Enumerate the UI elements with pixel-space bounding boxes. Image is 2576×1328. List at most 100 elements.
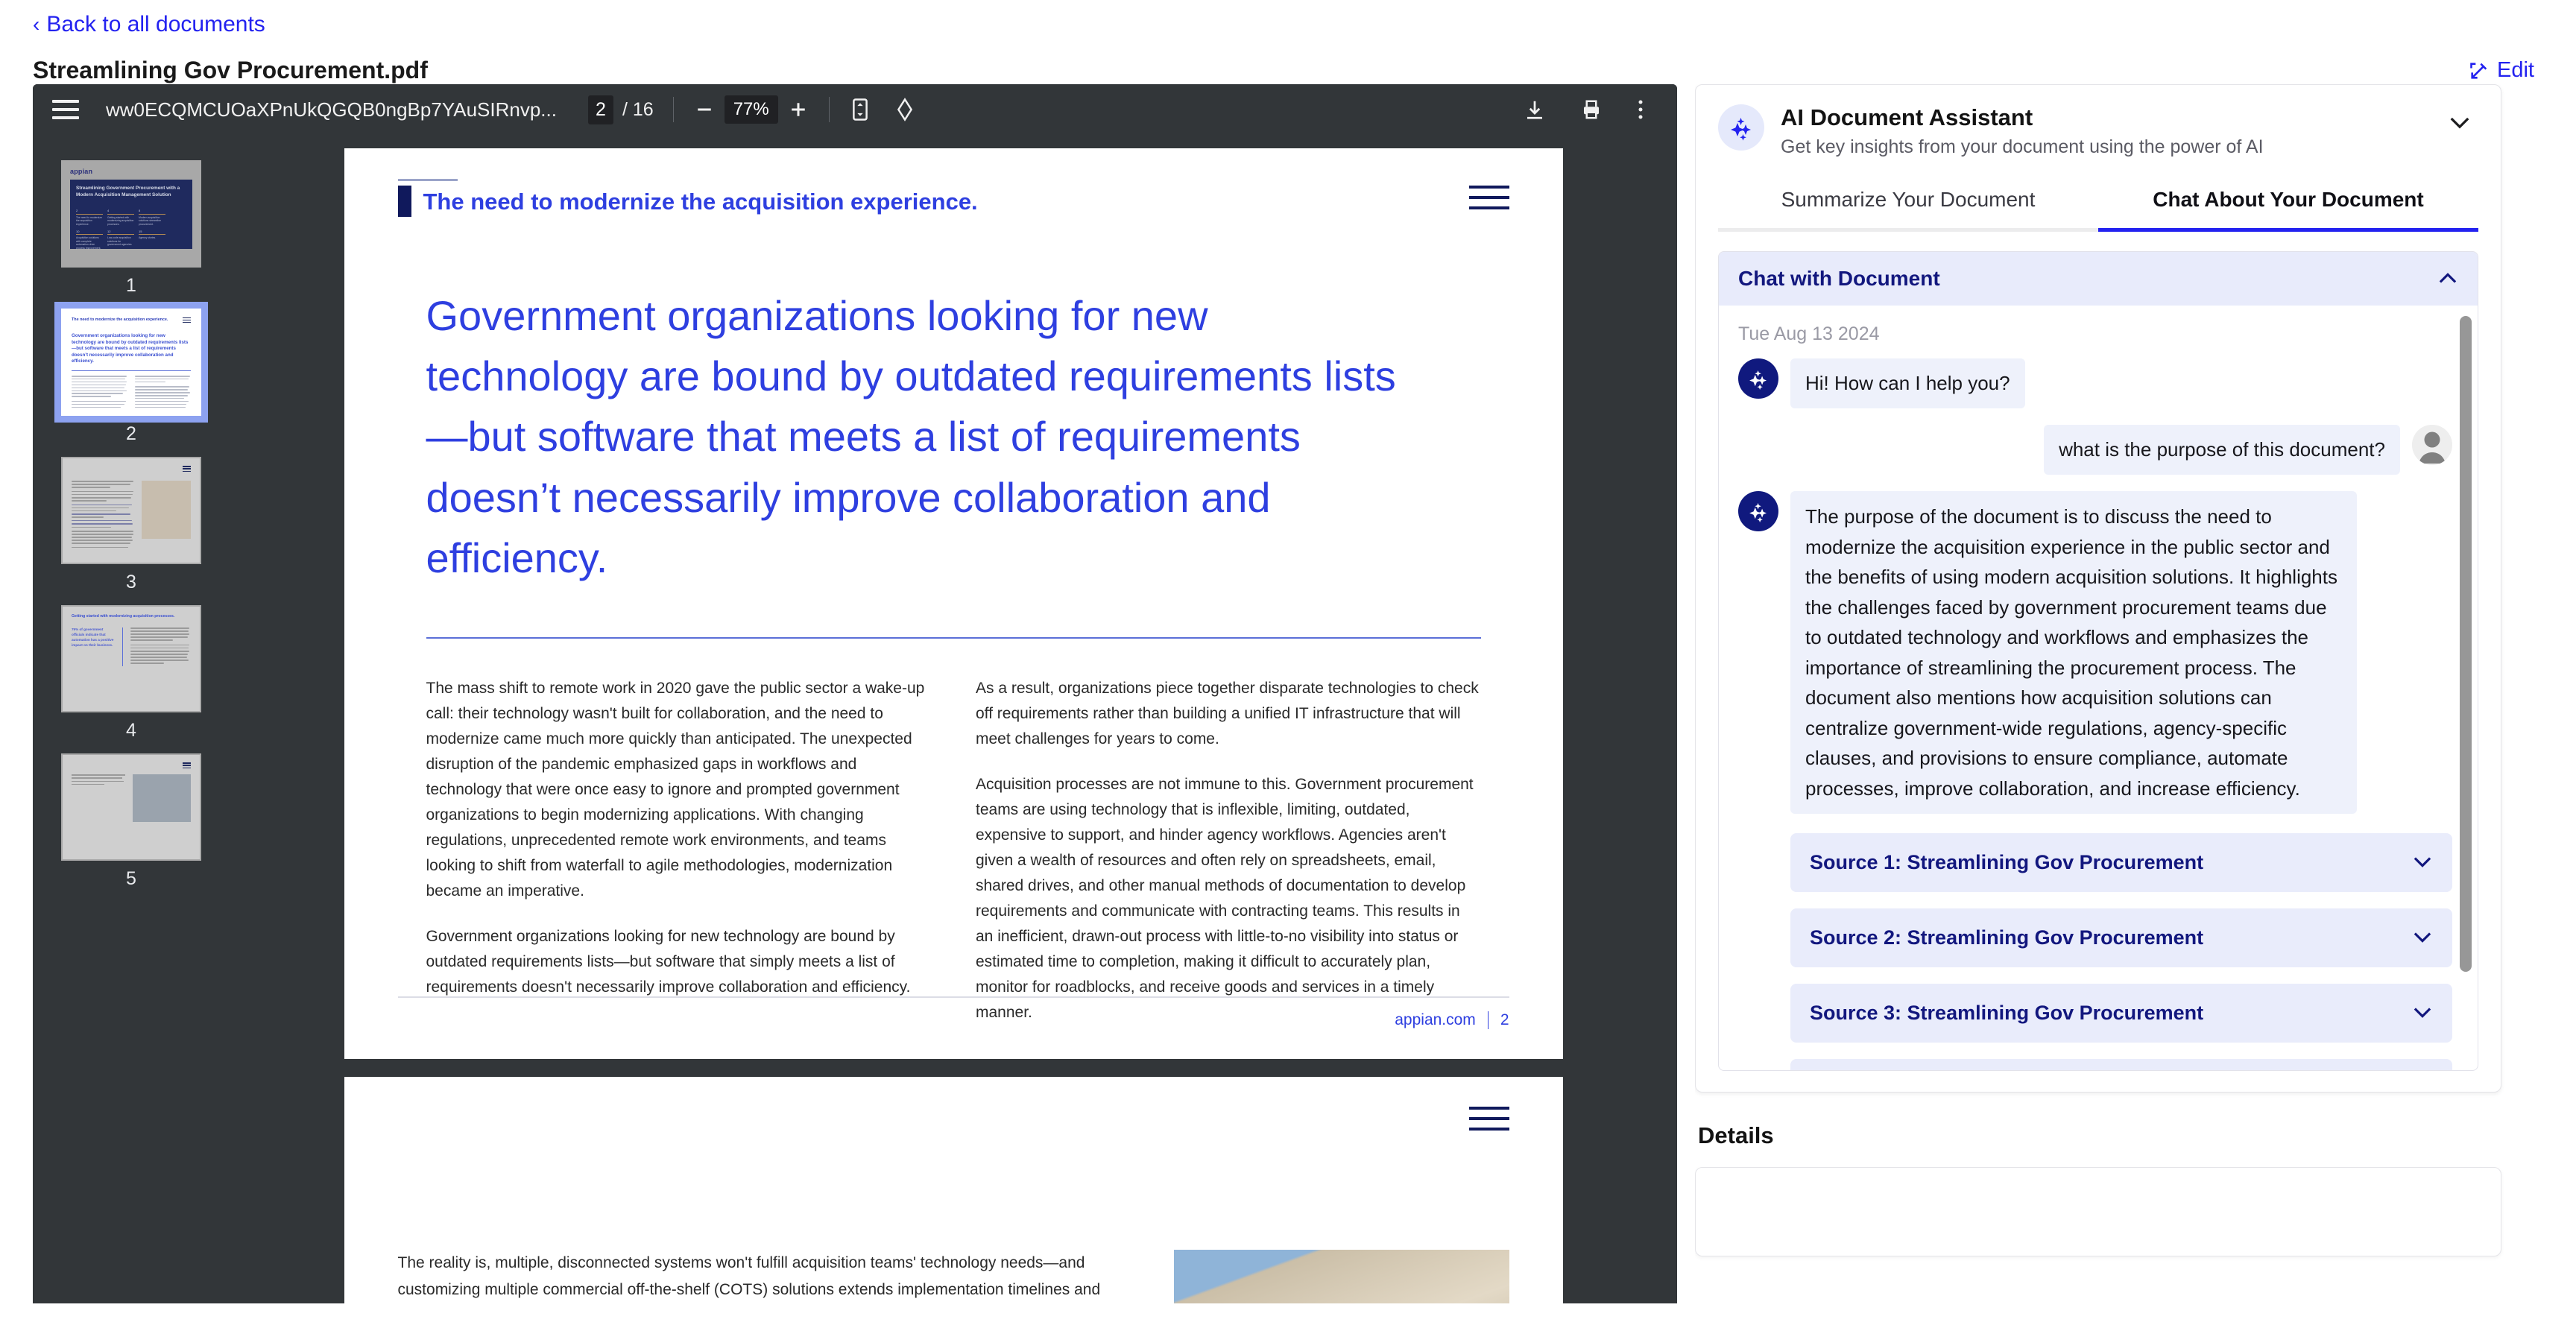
chevron-up-icon[interactable] [2437, 268, 2458, 291]
details-card [1695, 1167, 2501, 1256]
pdf-page-menu-icon [1468, 186, 1509, 217]
fit-page-icon[interactable] [849, 98, 871, 121]
thumbnail-number: 1 [126, 275, 136, 296]
thumbnail-preview [63, 755, 200, 859]
zoom-in-button[interactable] [787, 98, 809, 121]
pdf-right-column: As a result, organizations piece togethe… [976, 676, 1481, 1046]
thumbnail-page-5[interactable]: 5 [33, 753, 230, 890]
pdf-divider [426, 636, 1481, 639]
cover-title: Streamlining Government Procurement with… [76, 186, 180, 197]
sidebar-toggle-icon[interactable] [52, 100, 79, 119]
chat-message-assistant: Hi! How can I help you? [1738, 358, 2452, 408]
thumbnail-preview: Getting started with modernizing acquisi… [63, 607, 200, 711]
pdf-paragraph: Government organizations looking for new… [426, 928, 911, 996]
footer-site: appian.com [1395, 1011, 1476, 1028]
thumb-photo [142, 481, 191, 540]
chat-scrollbar[interactable] [2460, 316, 2472, 972]
chevron-left-icon: ‹ [33, 13, 40, 36]
page-header: ‹ Back to all documents Streamlining Gov… [0, 0, 2576, 84]
assistant-subtitle: Get key insights from your document usin… [1781, 136, 2264, 157]
collapse-assistant-button[interactable] [2441, 104, 2478, 142]
pdf-headline: Government organizations looking for new… [426, 292, 1396, 581]
toc-desc: Getting started with modernizing acquisi… [107, 215, 134, 226]
page-navigation: 2 / 16 [587, 95, 654, 124]
chat-bubble: The purpose of the document is to discus… [1790, 491, 2357, 815]
thumbnail-number: 3 [126, 572, 136, 592]
back-to-all-documents-link[interactable]: ‹ Back to all documents [33, 13, 265, 36]
pdf-toolbar: ww0ECQMCUOaXPnUkQGQB0ngBp7YAuSIRnvp... 2… [33, 84, 1677, 135]
sparkle-icon [1718, 104, 1764, 151]
assistant-tabs: Summarize Your Document Chat About Your … [1718, 180, 2478, 232]
ai-assistant-card: AI Document Assistant Get key insights f… [1695, 84, 2501, 1093]
pdf-page-footer: appian.com 2 [397, 996, 1509, 1029]
download-icon[interactable] [1524, 98, 1546, 121]
section-flag-icon [397, 179, 458, 217]
appian-logo: appian [70, 168, 93, 175]
pdf-page-2: The need to modernize the acquisition ex… [344, 148, 1563, 1059]
right-panel: AI Document Assistant Get key insights f… [1695, 84, 2518, 1303]
chevron-down-icon[interactable] [2412, 928, 2433, 949]
chevron-down-icon[interactable] [2412, 853, 2433, 873]
thumb-eyebrow: Getting started with modernizing acquisi… [72, 614, 175, 619]
document-title-row: Streamlining Gov Procurement.pdf Edit [33, 57, 2543, 84]
chat-section-header[interactable]: Chat with Document [1719, 252, 2478, 306]
chevron-down-icon[interactable] [2412, 1003, 2433, 1024]
pdf-paragraph: Acquisition processes are not immune to … [976, 775, 1474, 1022]
chat-date-label: Tue Aug 13 2024 [1738, 323, 1880, 344]
pdf-viewer: ww0ECQMCUOaXPnUkQGQB0ngBp7YAuSIRnvp... 2… [33, 84, 1677, 1303]
toc-num: 12 [107, 229, 111, 233]
edit-button[interactable]: Edit [2469, 58, 2534, 83]
source-accordion-1[interactable]: Source 1: Streamlining Gov Procurement [1790, 833, 2452, 893]
main-content: ww0ECQMCUOaXPnUkQGQB0ngBp7YAuSIRnvp... 2… [0, 84, 2576, 1303]
toc-desc: Modern acquisition solutions streamline … [139, 215, 161, 226]
thumbnail-preview: appian Streamlining Government Procureme… [63, 162, 200, 266]
toc-desc: Low-code acquisition solutions for gover… [107, 236, 133, 247]
edit-button-label: Edit [2497, 58, 2534, 82]
chat-sources-list: Source 1: Streamlining Gov Procurement S… [1790, 833, 2452, 1043]
source-label: Source 1: Streamlining Gov Procurement [1810, 851, 2204, 874]
tab-chat-about-your-document[interactable]: Chat About Your Document [2098, 180, 2478, 232]
toc-num: 8 [139, 209, 141, 213]
toolbar-divider-2 [828, 97, 830, 122]
more-vertical-icon[interactable] [1637, 98, 1644, 121]
thumbnail-preview [63, 458, 200, 563]
thumbnail-rail[interactable]: appian Streamlining Government Procureme… [33, 135, 230, 1303]
toc-desc: Acquisition solutions with complete auto… [76, 236, 101, 250]
assistant-avatar-icon [1738, 491, 1778, 531]
thumb-eyebrow: The need to modernize the acquisition ex… [72, 317, 168, 322]
source-label: Source 3: Streamlining Gov Procurement [1810, 1002, 2204, 1025]
zoom-out-button[interactable] [693, 98, 716, 121]
source-accordion-partial[interactable] [1790, 1059, 2452, 1070]
page-title: Streamlining Gov Procurement.pdf [33, 57, 428, 83]
source-accordion-2[interactable]: Source 2: Streamlining Gov Procurement [1790, 908, 2452, 968]
zoom-level-input[interactable]: 77% [724, 95, 778, 124]
print-icon[interactable] [1580, 98, 1603, 121]
details-heading: Details [1698, 1122, 1774, 1148]
source-label: Source 2: Streamlining Gov Procurement [1810, 926, 2204, 949]
chat-message-list[interactable]: Tue Aug 13 2024 Hi! How can I help you? [1719, 306, 2478, 1070]
toc-num: 4 [107, 209, 110, 213]
thumbnail-page-1[interactable]: appian Streamlining Government Procureme… [33, 160, 230, 297]
tab-summarize-your-document[interactable]: Summarize Your Document [1718, 180, 2098, 232]
back-link-label: Back to all documents [46, 12, 265, 37]
pdf-page-3: The reality is, multiple, disconnected s… [344, 1077, 1563, 1303]
source-accordion-3[interactable]: Source 3: Streamlining Gov Procurement [1790, 984, 2452, 1043]
chat-message-user: what is the purpose of this document? [1738, 425, 2452, 475]
assistant-title: AI Document Assistant [1781, 104, 2033, 130]
thumbnail-number: 4 [126, 720, 136, 741]
page-number-input[interactable]: 2 [587, 95, 613, 124]
thumbnail-page-4[interactable]: Getting started with modernizing acquisi… [33, 605, 230, 742]
edit-pencil-icon [2469, 60, 2490, 81]
thumb-stat: 79% of government officials indicate tha… [72, 627, 114, 647]
menu-icon [72, 466, 191, 473]
pdf-paragraph: As a result, organizations piece togethe… [976, 679, 1479, 747]
toolbar-divider [672, 97, 674, 122]
toc-desc: Agency stories. [139, 236, 157, 240]
rotate-icon[interactable] [894, 98, 916, 121]
chat-message-assistant-answer: The purpose of the document is to discus… [1738, 491, 2452, 815]
user-avatar [2412, 425, 2452, 465]
thumbnail-page-2[interactable]: The need to modernize the acquisition ex… [33, 302, 230, 445]
pdf-photo [1173, 1250, 1509, 1303]
thumbnail-page-3[interactable]: 3 [33, 457, 230, 593]
pdf-page-canvas[interactable]: The need to modernize the acquisition ex… [230, 135, 1677, 1303]
